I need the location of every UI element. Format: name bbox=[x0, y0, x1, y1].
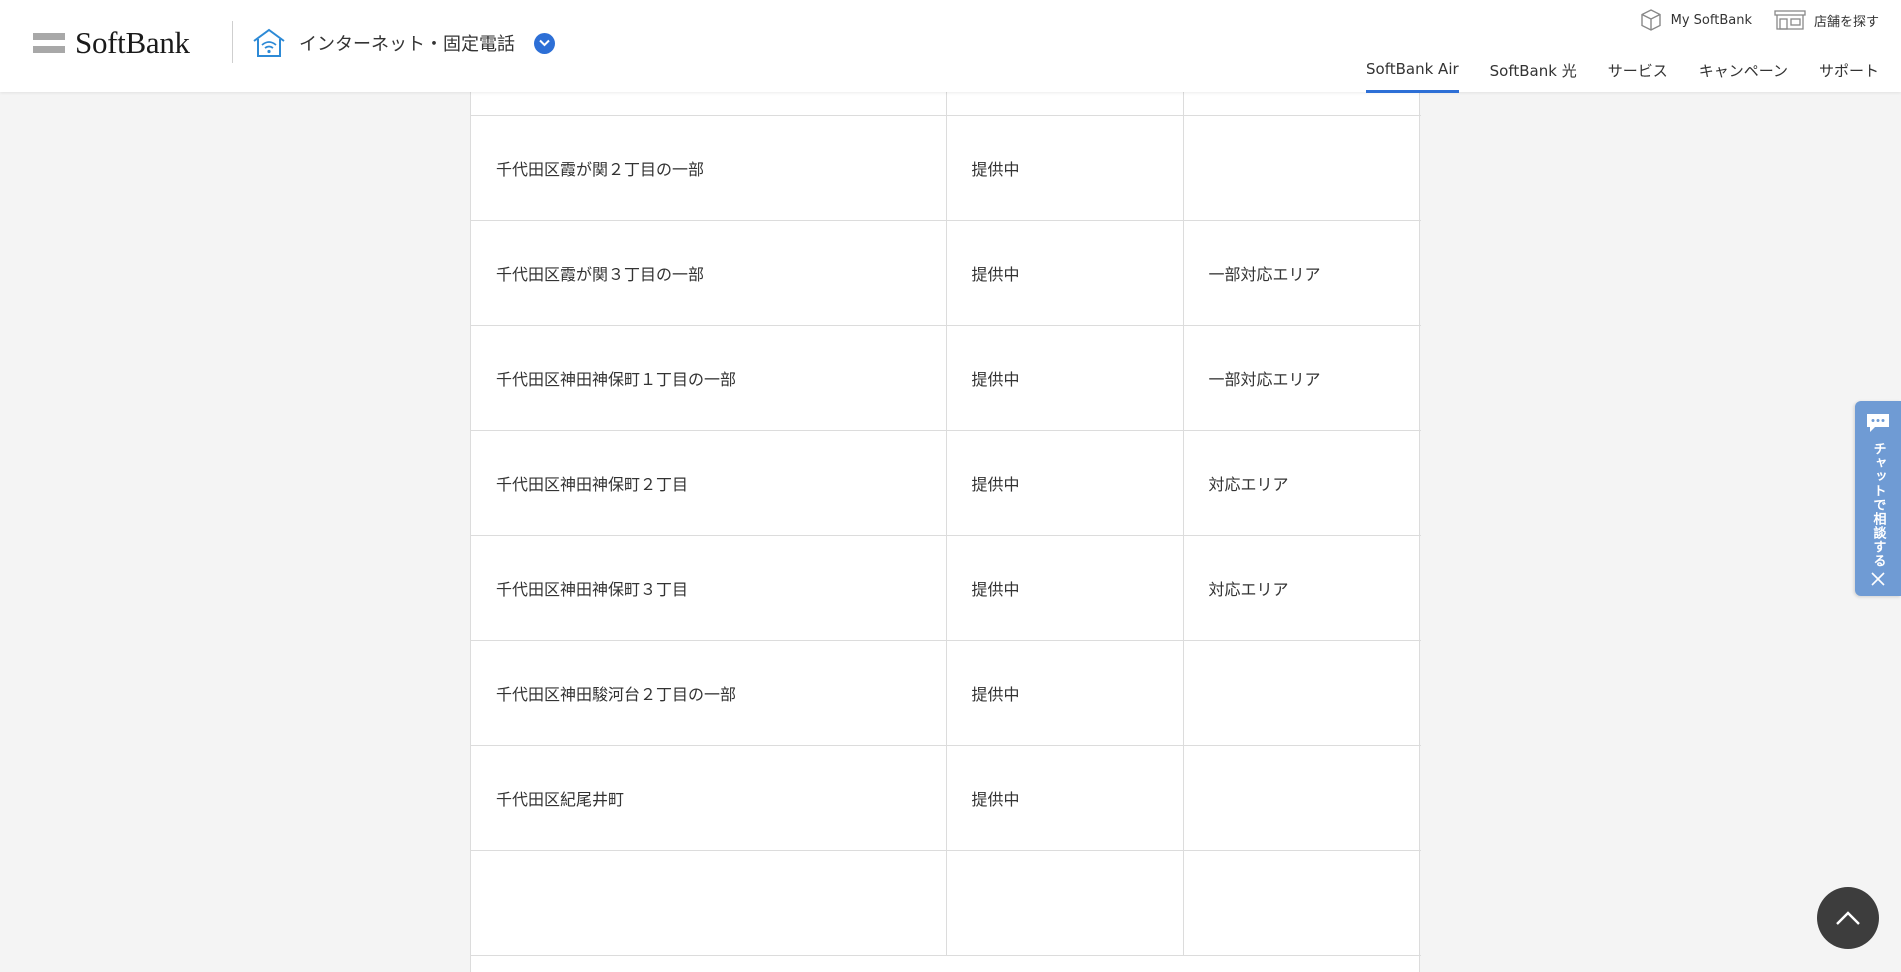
nav-softbank-hikari[interactable]: SoftBank 光 bbox=[1490, 60, 1577, 93]
coverage-cell bbox=[1182, 745, 1421, 851]
status-cell: 提供中 bbox=[945, 745, 1183, 851]
chat-label: チャットで相談する bbox=[1870, 442, 1886, 568]
store-search-link[interactable]: 店舗を探す bbox=[1774, 10, 1879, 30]
coverage-cell bbox=[1182, 850, 1421, 956]
service-label: インターネット・固定電話 bbox=[299, 34, 515, 55]
coverage-cell: 一部対応エリア bbox=[1182, 220, 1421, 326]
my-softbank-link[interactable]: My SoftBank bbox=[1639, 8, 1752, 32]
nav-softbank-air[interactable]: SoftBank Air bbox=[1366, 60, 1459, 93]
table-row: 千代田区霞が関３丁目の一部 提供中 一部対応エリア bbox=[471, 220, 1421, 326]
site-header: SoftBank インターネット・固定電話 My SoftBank 店舗を探す … bbox=[0, 0, 1901, 93]
status-cell bbox=[945, 850, 1183, 956]
area-cell bbox=[471, 850, 946, 956]
my-softbank-label: My SoftBank bbox=[1670, 12, 1752, 28]
status-cell: 提供中 bbox=[945, 220, 1183, 326]
area-cell: 千代田区紀尾井町 bbox=[471, 745, 946, 851]
utility-links: My SoftBank 店舗を探す bbox=[1639, 8, 1879, 32]
table-row bbox=[471, 850, 1421, 956]
service-switcher[interactable]: インターネット・固定電話 bbox=[251, 26, 555, 60]
area-cell: 千代田区霞が関２丁目の一部 bbox=[471, 115, 946, 221]
cube-icon bbox=[1640, 9, 1661, 31]
nav-service[interactable]: サービス bbox=[1608, 60, 1668, 93]
status-cell: 提供中 bbox=[945, 430, 1183, 536]
chevron-up-icon bbox=[1836, 911, 1860, 925]
coverage-cell: 対応エリア bbox=[1182, 535, 1421, 641]
table-row: 千代田区霞が関２丁目の一部 提供中 bbox=[471, 115, 1421, 221]
store-search-label: 店舗を探す bbox=[1813, 14, 1879, 30]
table-row: 千代田区神田神保町２丁目 提供中 対応エリア bbox=[471, 430, 1421, 536]
nav-campaign[interactable]: キャンペーン bbox=[1699, 60, 1788, 93]
area-cell: 千代田区神田神保町１丁目の一部 bbox=[471, 325, 946, 431]
store-icon bbox=[1774, 10, 1806, 30]
status-cell: 提供中 bbox=[945, 640, 1183, 746]
back-to-top-button[interactable] bbox=[1817, 887, 1879, 949]
area-cell: 千代田区神田神保町２丁目 bbox=[471, 430, 946, 536]
area-cell: 千代田区神田駿河台２丁目の一部 bbox=[471, 640, 946, 746]
chat-bubble-icon bbox=[1867, 414, 1889, 432]
coverage-cell: 一部対応エリア bbox=[1182, 325, 1421, 431]
coverage-cell: 対応エリア bbox=[1182, 430, 1421, 536]
table-row: 千代田区紀尾井町 提供中 bbox=[471, 745, 1421, 851]
nav-support[interactable]: サポート bbox=[1819, 60, 1879, 93]
table-row: 千代田区神田駿河台２丁目の一部 提供中 bbox=[471, 640, 1421, 746]
area-cell: 千代田区霞が関３丁目の一部 bbox=[471, 220, 946, 326]
status-cell: 提供中 bbox=[945, 115, 1183, 221]
softbank-logo[interactable]: SoftBank bbox=[33, 25, 190, 60]
header-divider bbox=[232, 21, 233, 63]
coverage-cell bbox=[1182, 640, 1421, 746]
table-row: 千代田区神田神保町３丁目 提供中 対応エリア bbox=[471, 535, 1421, 641]
area-cell: 千代田区神田神保町３丁目 bbox=[471, 535, 946, 641]
coverage-cell bbox=[1182, 115, 1421, 221]
close-icon[interactable] bbox=[1871, 572, 1885, 586]
chevron-down-icon[interactable] bbox=[534, 32, 555, 54]
logo-mark bbox=[33, 33, 65, 53]
chat-consult-tab[interactable]: チャットで相談する bbox=[1855, 401, 1901, 596]
house-wifi-icon bbox=[253, 28, 285, 57]
logo-text: SoftBank bbox=[75, 25, 190, 60]
status-cell: 提供中 bbox=[945, 325, 1183, 431]
global-nav: SoftBank Air SoftBank 光 サービス キャンペーン サポート bbox=[1366, 60, 1879, 93]
status-cell: 提供中 bbox=[945, 535, 1183, 641]
area-table-container: 千代田区霞が関１丁目の一部 10月提供予定 一部対応エリア 千代田区霞が関２丁目… bbox=[470, 0, 1421, 972]
area-table: 千代田区霞が関１丁目の一部 10月提供予定 一部対応エリア 千代田区霞が関２丁目… bbox=[471, 0, 1421, 956]
table-row: 千代田区神田神保町１丁目の一部 提供中 一部対応エリア bbox=[471, 325, 1421, 431]
